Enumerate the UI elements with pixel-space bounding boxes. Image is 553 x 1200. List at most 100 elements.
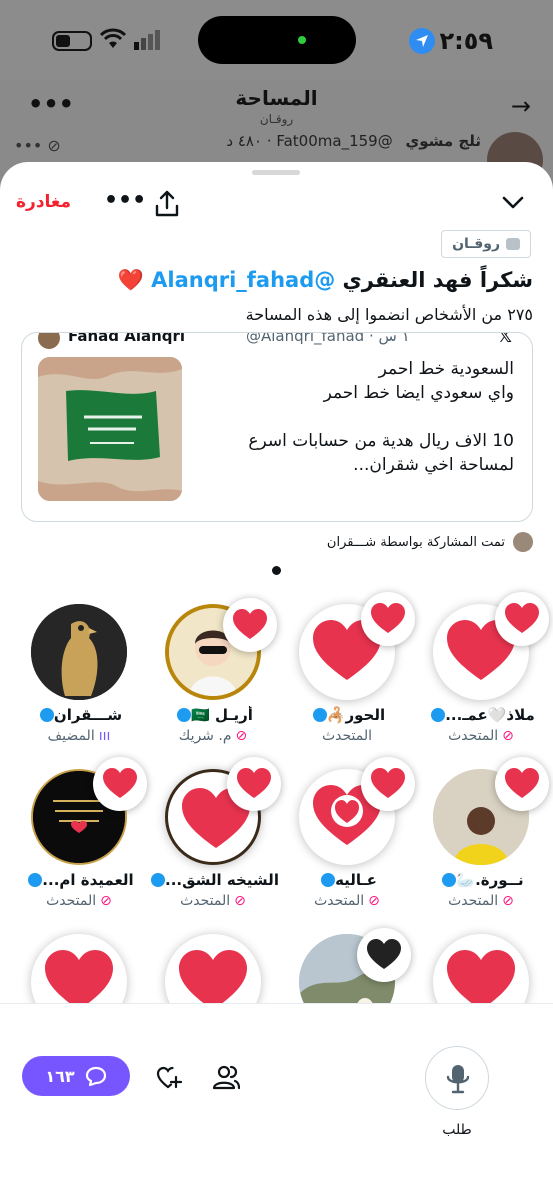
verified-icon <box>312 708 327 722</box>
participant-card[interactable]: ملاذ🤍عمـ... ⊘المتحدث <box>415 592 549 756</box>
add-reaction-icon[interactable] <box>156 1066 182 1090</box>
pinned-tweet-card[interactable]: Fahad Alanqri @Alanqri_fahad · ١ س 𝕏 الس… <box>21 332 533 522</box>
topic-badge[interactable]: روقـان <box>441 230 531 258</box>
mic-off-icon: ⊘ <box>502 728 514 744</box>
leave-button[interactable]: مغادرة <box>16 192 71 212</box>
tweet-image[interactable] <box>38 357 182 501</box>
background-row-name: ثلج مشوي <box>405 132 482 150</box>
background-tweet-row: ثلج مشوي @Fat00ma_159 · ٤٨٠ د <box>226 132 481 150</box>
participant-role: ⊘المتحدث <box>314 893 380 909</box>
verified-icon <box>321 873 336 887</box>
reaction-badge <box>361 592 415 646</box>
mic-off-icon: ⊘ <box>368 893 380 909</box>
participant-card[interactable]: عـاليه ⊘المتحدث <box>281 757 415 921</box>
back-arrow-icon[interactable]: → <box>511 92 531 120</box>
avatar <box>513 532 533 552</box>
participant-role: ⊘المتحدث <box>448 893 514 909</box>
heart-icon <box>371 768 405 798</box>
participant-name: الشيخه الشق... <box>147 871 279 889</box>
participant-role: ⊘المتحدث <box>180 893 246 909</box>
dynamic-island <box>198 16 356 64</box>
reaction-badge <box>227 757 281 811</box>
tweet-line: لمساحة اخي شقران... <box>353 455 514 475</box>
space-title-mention[interactable]: @Alanqri_fahad <box>151 268 335 292</box>
participant-name: نــورة.🦢 <box>415 871 547 889</box>
participant-card[interactable]: أريـل 🇸🇦 ⊘م. شريك <box>147 596 279 756</box>
participant-name: ملاذ🤍عمـ... <box>415 706 547 724</box>
heart-icon <box>371 603 405 633</box>
verified-icon <box>39 708 54 722</box>
battery-icon <box>52 31 92 51</box>
shared-by-row: تمت المشاركة بواسطة شـــقران <box>327 532 533 552</box>
signal-icon <box>134 30 160 50</box>
space-title-text: شكراً فهد العنقري <box>335 268 533 292</box>
tweet-line: واي سعودي ايضا خط احمر <box>323 383 514 403</box>
host-audio-icon: ııı <box>98 728 111 744</box>
verified-icon <box>177 708 192 722</box>
heart-icon <box>505 768 539 798</box>
reaction-badge <box>361 757 415 811</box>
participant-card[interactable]: الشيخه الشق... ⊘المتحدث <box>147 757 281 921</box>
reaction-badge <box>495 757 549 811</box>
tweet-author-name: Fahad Alanqri <box>68 332 186 345</box>
verified-icon <box>431 708 446 722</box>
participant-card[interactable]: الحور🦂 المتحدث <box>281 592 415 756</box>
avatar <box>38 333 60 349</box>
reaction-badge <box>93 757 147 811</box>
verified-icon <box>28 873 43 887</box>
bottom-bar: ١٦٣ طلب <box>0 1003 553 1200</box>
heart-icon <box>233 609 267 639</box>
participant-card[interactable]: شـــقران ıııالمضيف <box>13 596 145 756</box>
topic-label: روقـان <box>452 236 500 252</box>
space-page-subtitle: روقـان <box>259 112 294 126</box>
x-logo-icon: 𝕏 <box>498 332 512 347</box>
participant-name: العميدة ام... <box>13 871 145 889</box>
participant-avatar <box>31 604 127 700</box>
reaction-badge <box>357 928 411 982</box>
mic-off-icon: ⊘ <box>235 728 248 744</box>
tweet-line: 10 الاف ريال هدية من حسابات اسرع <box>248 431 514 451</box>
reply-count: ١٦٣ <box>45 1066 75 1086</box>
request-mic-button[interactable] <box>425 1046 489 1110</box>
joined-count: ٢٧٥ من الأشخاص انضموا إلى هذه المساحة <box>245 305 533 324</box>
tweet-line: السعودية خط احمر <box>378 359 514 379</box>
participant-name: عـاليه <box>281 871 413 889</box>
heart-icon <box>505 603 539 633</box>
participant-role: المتحدث <box>321 728 373 744</box>
participant-role: ⊘المتحدث <box>46 893 112 909</box>
sheet-toolbar: مغادرة ••• <box>0 188 553 226</box>
request-label: طلب <box>442 1122 472 1138</box>
more-options-icon[interactable]: ••• <box>104 188 146 213</box>
participant-card[interactable]: العميدة ام... ⊘المتحدث <box>13 757 147 921</box>
space-page-title: المساحة <box>235 86 318 110</box>
wifi-icon <box>100 28 126 48</box>
background-row-handle: @Fat00ma_159 · ٤٨٠ د <box>226 132 393 150</box>
participants-icon[interactable] <box>212 1064 240 1090</box>
participant-card[interactable]: نــورة.🦢 ⊘المتحدث <box>415 757 549 921</box>
heart-icon <box>103 768 137 798</box>
tweet-author-handle: @Alanqri_fahad · ١ س <box>246 332 410 345</box>
pager-indicator <box>272 566 281 575</box>
participant-name: شـــقران <box>13 706 145 724</box>
replies-button[interactable]: ١٦٣ <box>22 1056 130 1096</box>
verified-icon <box>151 873 166 887</box>
status-bar: ٢:٥٩ <box>0 0 553 80</box>
participant-name: أريـل 🇸🇦 <box>147 706 279 724</box>
reaction-badge <box>223 598 277 652</box>
shared-by-label: تمت المشاركة بواسطة شـــقران <box>326 534 505 550</box>
heart-icon <box>237 768 271 798</box>
mic-off-icon: ⊘ <box>502 893 514 909</box>
participant-name: الحور🦂 <box>281 706 413 724</box>
space-title: شكراً فهد العنقري @Alanqri_fahad ❤️ <box>13 268 533 293</box>
reaction-badge <box>495 592 549 646</box>
heart-emoji: ❤️ <box>117 268 144 292</box>
sheet-grabber[interactable] <box>252 170 300 175</box>
share-icon[interactable] <box>154 190 180 218</box>
comment-icon <box>85 1066 106 1086</box>
heart-icon <box>367 939 401 969</box>
participant-role: ⊘المتحدث <box>448 728 514 744</box>
verified-icon <box>442 873 457 887</box>
chevron-down-icon[interactable] <box>501 192 525 212</box>
tweet-line <box>184 405 514 429</box>
participants-grid: ملاذ🤍عمـ... ⊘المتحدث الحور🦂 المتحدث أريـ… <box>0 592 553 1030</box>
